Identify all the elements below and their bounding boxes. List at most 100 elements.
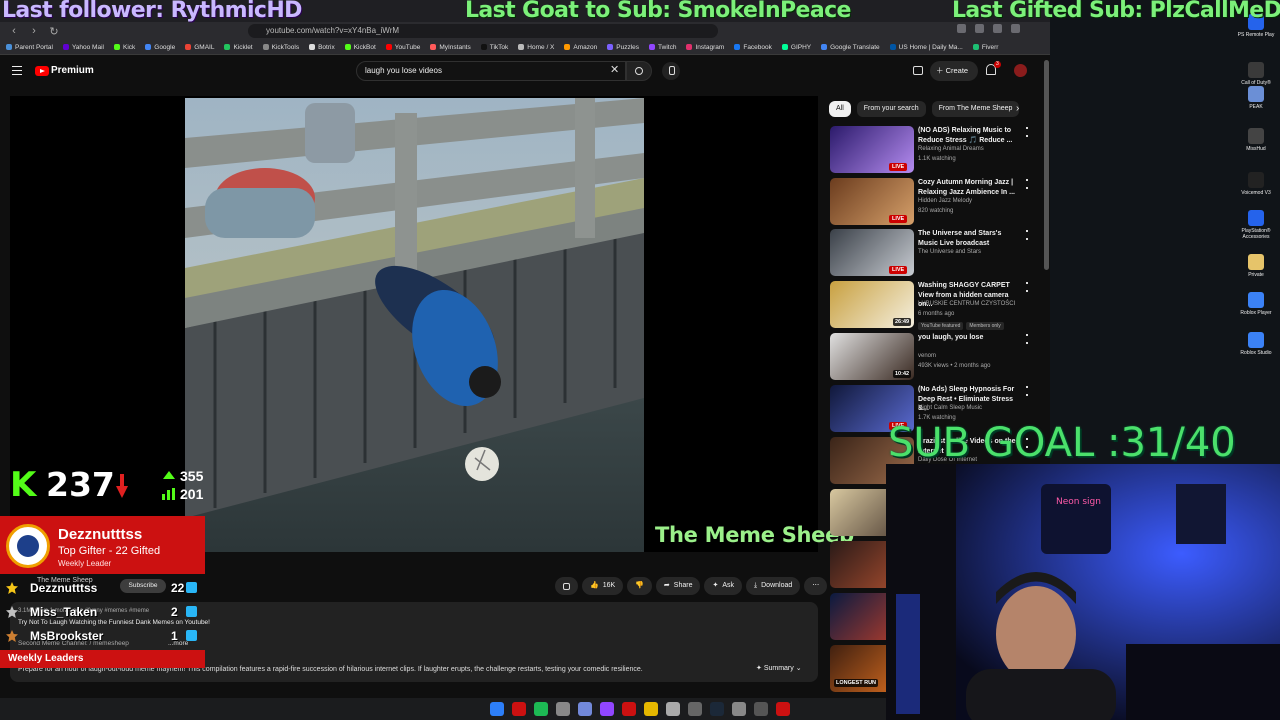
ask-button[interactable]: ✦ Ask xyxy=(704,577,743,595)
taskbar-app-icon[interactable] xyxy=(490,702,504,716)
bookmark-item[interactable]: KickBot xyxy=(344,44,376,51)
bookmark-item[interactable]: YouTube xyxy=(385,44,420,51)
voice-search-button[interactable] xyxy=(662,62,680,80)
extension-icon[interactable] xyxy=(957,24,966,33)
chip-from-channel[interactable]: From The Meme Sheep xyxy=(931,101,1020,117)
recommendation-item[interactable]: 26:49 Washing SHAGGY CARPET View from a h… xyxy=(829,281,1039,331)
bookmark-item[interactable]: Kicklet xyxy=(224,44,253,51)
bookmark-item[interactable]: Puzzles xyxy=(607,44,639,51)
bookmark-item[interactable]: Home / X xyxy=(518,44,554,51)
video-frame[interactable] xyxy=(185,98,644,552)
menu-icon[interactable] xyxy=(12,66,22,75)
recommendation-item[interactable]: 10:42 you laugh, you lose venom 493K views … xyxy=(829,333,1039,383)
taskbar-app-icon[interactable] xyxy=(710,702,724,716)
profile-icon[interactable] xyxy=(1011,24,1020,33)
extension-icon[interactable] xyxy=(993,24,1002,33)
recommendation-channel[interactable]: Night Calm Sleep Music xyxy=(918,405,982,411)
clip-button[interactable] xyxy=(555,577,578,595)
desktop-shortcut[interactable]: Voicemod V3 xyxy=(1232,172,1280,196)
taskbar-app-icon[interactable] xyxy=(556,702,570,716)
desktop-shortcut[interactable]: PlayStation® Accessories xyxy=(1232,210,1280,240)
recommendation-title[interactable]: The Universe and Stars's Music Live broa… xyxy=(918,229,1020,248)
download-button[interactable]: ⤓ Download xyxy=(746,577,801,595)
more-options-icon[interactable] xyxy=(1026,127,1028,137)
bookmark-item[interactable]: Yahoo Mail xyxy=(62,44,104,51)
recommendation-title[interactable]: you laugh, you lose xyxy=(918,333,1020,343)
video-thumbnail[interactable]: 26:49 xyxy=(830,281,914,328)
more-options-icon[interactable] xyxy=(1026,282,1028,292)
bookmark-item[interactable]: GMAIL xyxy=(185,44,214,51)
share-button[interactable]: ➦ Share xyxy=(655,577,701,595)
chevron-right-icon[interactable]: › xyxy=(1016,104,1019,114)
account-avatar[interactable] xyxy=(1014,64,1027,77)
chip-from-your-search[interactable]: From your search xyxy=(856,101,926,117)
clear-search-icon[interactable]: ✕ xyxy=(610,65,619,76)
bookmark-item[interactable]: Fiverr xyxy=(972,44,998,51)
bookmark-item[interactable]: Instagram xyxy=(686,44,724,51)
desktop-shortcut[interactable]: Call of Duty® xyxy=(1232,62,1280,86)
video-thumbnail[interactable]: LIVE xyxy=(830,229,914,276)
recommendation-item[interactable]: LIVE The Universe and Stars's Music Live … xyxy=(829,229,1039,279)
bookmark-item[interactable]: Kick xyxy=(113,44,135,51)
bookmark-item[interactable]: TikTok xyxy=(480,44,508,51)
taskbar-app-icon[interactable] xyxy=(622,702,636,716)
recommendation-channel[interactable]: Relaxing Animal Dreams xyxy=(918,146,984,152)
back-icon[interactable]: ‹ xyxy=(8,25,20,37)
desktop-shortcut[interactable]: Private xyxy=(1232,254,1280,278)
video-thumbnail[interactable]: 10:42 xyxy=(830,333,914,380)
bookmark-item[interactable]: Amazon xyxy=(564,44,597,51)
chip-all[interactable]: All xyxy=(829,101,851,117)
cast-icon[interactable] xyxy=(913,66,923,75)
bookmark-item[interactable]: Facebook xyxy=(734,44,772,51)
desktop-shortcut[interactable]: MissHud xyxy=(1232,128,1280,152)
taskbar-app-icon[interactable] xyxy=(644,702,658,716)
more-options-icon[interactable] xyxy=(1026,230,1028,240)
recommendation-item[interactable]: LIVE (NO ADS) Relaxing Music to Reduce St… xyxy=(829,126,1039,176)
extension-icon[interactable] xyxy=(975,24,984,33)
bookmark-item[interactable]: Google Translate xyxy=(821,44,880,51)
more-actions-button[interactable]: ⋯ xyxy=(804,577,828,595)
taskbar-app-icon[interactable] xyxy=(666,702,680,716)
like-button[interactable]: 👍 16K xyxy=(582,577,624,595)
taskbar-app-icon[interactable] xyxy=(688,702,702,716)
recommendation-channel[interactable]: The Universe and Stars xyxy=(918,249,981,255)
summary-button[interactable]: ✦ Summary ⌄ xyxy=(756,664,802,672)
bookmark-item[interactable]: KickTools xyxy=(262,44,299,51)
taskbar-app-icon[interactable] xyxy=(754,702,768,716)
bookmark-item[interactable]: MyInstants xyxy=(430,44,471,51)
forward-icon[interactable]: › xyxy=(28,25,40,37)
bookmark-item[interactable]: Parent Portal xyxy=(6,44,53,51)
recommendation-channel[interactable]: LUBUSKIE CENTRUM CZYSTOŚCI xyxy=(918,301,1015,307)
bookmark-item[interactable]: Botrix xyxy=(309,44,335,51)
more-options-icon[interactable] xyxy=(1026,179,1028,189)
url-field[interactable]: youtube.com/watch?v=xY4nBa_iWrM xyxy=(248,24,718,38)
dislike-button[interactable]: 👎 xyxy=(627,577,652,595)
search-button[interactable] xyxy=(626,61,652,81)
taskbar-app-icon[interactable] xyxy=(534,702,548,716)
taskbar-app-icon[interactable] xyxy=(776,702,790,716)
recommendation-channel[interactable]: venom xyxy=(918,353,936,359)
reload-icon[interactable]: ↻ xyxy=(48,25,60,38)
recommendation-channel[interactable]: Hidden Jazz Melody xyxy=(918,198,972,204)
recommendation-title[interactable]: (NO ADS) Relaxing Music to Reduce Stress… xyxy=(918,126,1020,145)
bookmark-item[interactable]: US Home | Daily Ma... xyxy=(889,44,963,51)
taskbar-app-icon[interactable] xyxy=(578,702,592,716)
desktop-shortcut[interactable]: PEAK xyxy=(1232,86,1280,110)
bookmark-item[interactable]: Twitch xyxy=(649,44,676,51)
bookmark-item[interactable]: GIPHY xyxy=(781,44,811,51)
page-scrollbar[interactable] xyxy=(1044,60,1049,270)
bookmark-item[interactable]: Google xyxy=(145,44,175,51)
recommendation-item[interactable]: LIVE Cozy Autumn Morning Jazz | Relaxing … xyxy=(829,178,1039,228)
taskbar-app-icon[interactable] xyxy=(732,702,746,716)
more-options-icon[interactable] xyxy=(1026,386,1028,396)
more-options-icon[interactable] xyxy=(1026,334,1028,344)
recommendation-title[interactable]: Cozy Autumn Morning Jazz | Relaxing Jazz… xyxy=(918,178,1020,197)
youtube-logo-icon[interactable] xyxy=(35,66,49,76)
video-thumbnail[interactable]: LIVE xyxy=(830,178,914,225)
youtube-brand[interactable]: Premium xyxy=(51,65,94,76)
taskbar-app-icon[interactable] xyxy=(512,702,526,716)
video-thumbnail[interactable]: LIVE xyxy=(830,126,914,173)
create-button[interactable]: ＋ Create xyxy=(930,61,978,81)
desktop-shortcut[interactable]: Roblox Studio xyxy=(1232,332,1280,356)
taskbar-app-icon[interactable] xyxy=(600,702,614,716)
